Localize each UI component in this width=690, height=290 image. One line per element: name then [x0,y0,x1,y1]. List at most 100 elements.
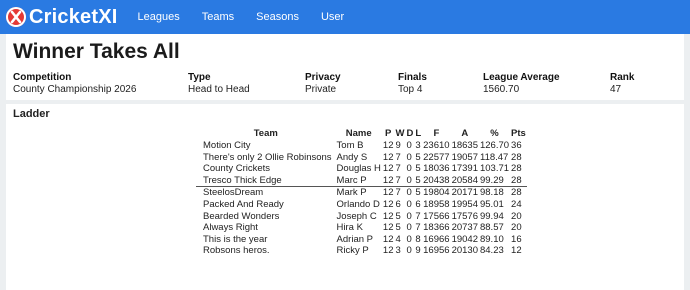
cell-played: 12 [382,210,394,222]
page-title: Winner Takes All [13,40,180,63]
header-percent: % [490,128,499,139]
cell-won: 9 [395,140,401,151]
ladder-row[interactable]: There's only 2 Ollie Robinsons Andy S 12 7 0… [196,152,527,164]
cell-points-for: 18366 [423,222,450,234]
ladder-row[interactable]: Always Right Hira K 12 5 0 7 18366 20737 88.57 20 [196,222,527,234]
ladder-row[interactable]: County Crickets Douglas H 12 7 0 5 18036 17391 1… [196,163,527,175]
cell-drawn: 0 [406,210,412,222]
cell-team[interactable]: Motion City [196,140,336,152]
cell-drawn: 0 [406,222,412,234]
ladder-table: Team Name P W D L F A % Pts Motion City T… [196,127,527,257]
cell-lost: 5 [415,163,421,175]
cell-percentage: 98.18 [479,187,504,199]
cell-won: 6 [395,198,401,210]
ladder-row[interactable]: Bearded Wonders Joseph C 12 5 0 7 17566 17576 99… [196,211,527,223]
ladder-row[interactable]: Motion City Tom B 12 9 0 3 23610 18635 126.70 36 [196,140,527,152]
cell-points: 36 [511,140,522,151]
cell-won: 3 [395,245,401,257]
stat-competition: Competition County Championship 2026 [13,72,136,95]
stat-privacy: Privacy Private [305,72,341,95]
ladder-row[interactable]: Tresco Thick Edge Marc P 12 7 0 5 20438 20584 99… [196,174,527,188]
cell-lost: 5 [415,151,421,163]
cell-drawn: 0 [406,245,412,257]
cell-played: 12 [382,151,394,163]
stat-label: League Average [483,72,560,83]
cell-lost: 9 [415,245,421,257]
cell-team[interactable]: Robsons heros. [196,245,336,257]
cell-lost: 7 [415,222,421,234]
cell-drawn: 0 [406,198,412,210]
cell-drawn: 0 [406,140,412,151]
cell-points: 28 [511,163,522,175]
cell-won: 7 [395,163,401,175]
cell-team[interactable]: Tresco Thick Edge [196,174,336,188]
cell-team[interactable]: Bearded Wonders [196,211,336,223]
stat-finals: Finals Top 4 [398,72,427,95]
stat-type: Type Head to Head [188,72,250,95]
cell-percentage: 126.70 [479,140,510,151]
league-stats: Competition County Championship 2026 Typ… [13,72,677,96]
cell-manager-name: Joseph C [336,210,377,222]
header-name: Name [345,128,372,139]
cell-points-for: 16966 [423,233,450,245]
cell-points-for: 18036 [423,163,450,175]
league-header: Winner Takes All Competition County Cham… [6,34,684,100]
cell-points-against: 20737 [451,222,478,234]
cell-points-against: 20130 [451,245,478,257]
cell-manager-name: Tom B [336,140,364,151]
cell-team[interactable]: Packed And Ready [196,199,336,211]
cell-points-for: 17566 [423,210,450,222]
cell-drawn: 0 [406,151,412,163]
cell-points-for: 19804 [423,187,450,199]
cell-manager-name: Orlando D [336,198,380,210]
cell-points-for: 20438 [422,174,451,188]
stat-value: County Championship 2026 [13,84,137,95]
cell-lost: 5 [414,174,423,188]
cell-percentage: 84.23 [479,245,504,257]
cell-points-for: 16956 [423,245,450,257]
stat-value: Top 4 [398,84,423,95]
cell-points-against: 20584 [450,174,479,188]
cell-played: 12 [382,187,394,199]
ladder-row[interactable]: Robsons heros. Ricky P 12 3 0 9 16956 20130 84.2… [196,245,527,257]
ladder-row[interactable]: SteelosDream Mark P 12 7 0 5 19804 20171 98.18 28 [196,187,527,199]
cell-played: 12 [382,222,394,234]
cell-team[interactable]: This is the year [196,234,336,246]
stat-label: Finals [398,72,427,83]
nav-user[interactable]: User [321,11,344,23]
nav-teams[interactable]: Teams [202,11,234,23]
cell-manager-name: Marc P [335,174,382,188]
cell-percentage: 99.29 [478,174,511,188]
cell-manager-name: Ricky P [336,245,369,257]
cell-won: 7 [395,151,401,163]
ladder-row[interactable]: This is the year Adrian P 12 4 0 8 16966 19042 8… [196,234,527,246]
cell-won: 7 [394,174,406,188]
nav-leagues[interactable]: Leagues [138,11,180,23]
cell-won: 5 [395,210,401,222]
cell-team[interactable]: SteelosDream [196,187,336,199]
cell-played: 12 [382,245,394,257]
ladder-row[interactable]: Packed And Ready Orlando D 12 6 0 6 18958 19954… [196,199,527,211]
ladder-card: Ladder Team Name P W D L F A % Pts Motio… [6,104,684,290]
cell-points-against: 17576 [451,210,478,222]
cell-points-against: 18635 [451,140,478,151]
cell-lost: 7 [415,210,421,222]
ladder-body: Motion City Tom B 12 9 0 3 23610 18635 126.70 36 T… [196,140,527,257]
cell-percentage: 89.10 [479,233,504,245]
nav-seasons[interactable]: Seasons [256,11,299,23]
cell-lost: 3 [415,140,421,151]
cell-percentage: 95.01 [479,198,504,210]
brand[interactable]: CricketXI [6,6,118,29]
cell-points-for: 18958 [423,198,450,210]
header-lost: L [415,128,422,139]
cell-team[interactable]: Always Right [196,222,336,234]
cell-team[interactable]: There's only 2 Ollie Robinsons [196,152,336,164]
cell-lost: 8 [415,233,421,245]
cell-percentage: 88.57 [479,222,504,234]
header-for: F [433,128,440,139]
stat-value: Private [305,84,337,95]
cell-team[interactable]: County Crickets [196,163,336,175]
cell-played: 12 [382,140,394,151]
cell-points: 28 [511,187,522,199]
cell-manager-name: Hira K [336,222,363,234]
